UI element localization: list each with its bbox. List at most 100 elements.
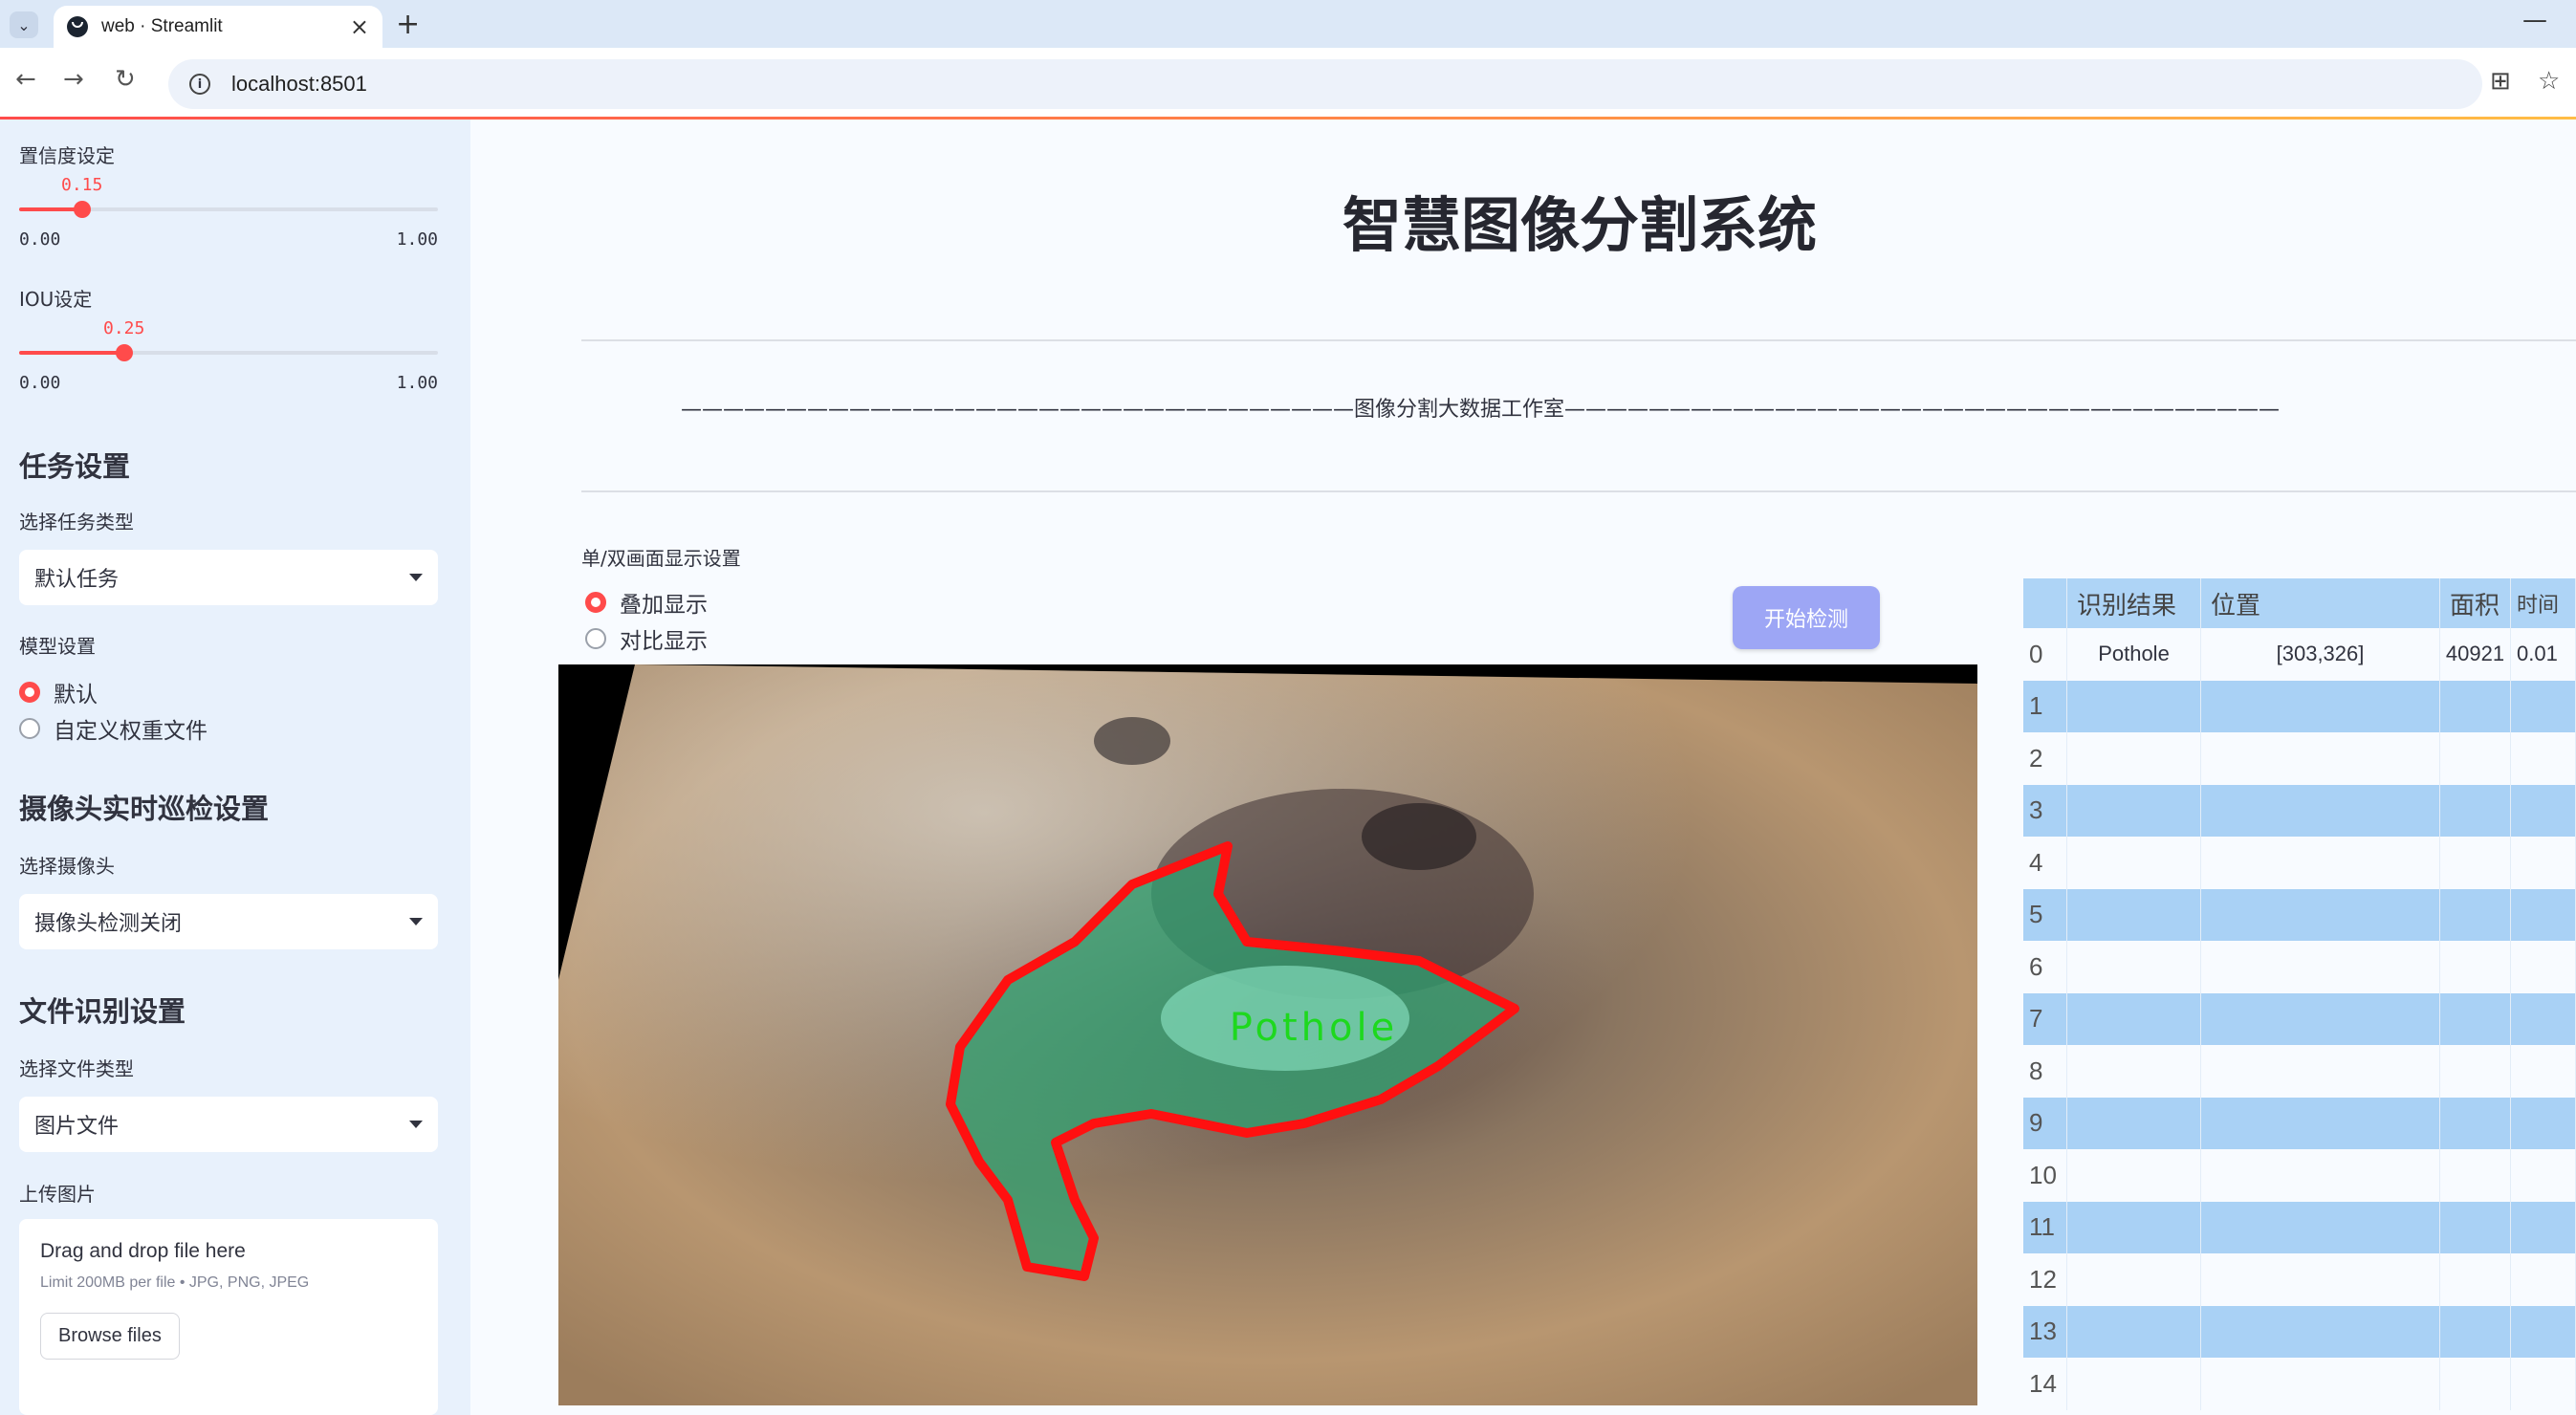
camera-settings-heading: 摄像头实时巡检设置 — [19, 793, 270, 825]
file-settings-heading: 文件识别设置 — [19, 995, 186, 1028]
streamlit-favicon-icon — [67, 16, 88, 37]
table-cell — [2067, 1253, 2201, 1306]
browse-files-button[interactable]: Browse files — [40, 1313, 180, 1360]
radio-unselected-icon — [585, 628, 606, 649]
slider-thumb[interactable] — [116, 344, 133, 361]
table-row[interactable]: 9 — [2023, 1097, 2576, 1149]
site-info-icon[interactable]: i — [189, 74, 210, 95]
slider-thumb[interactable] — [74, 201, 91, 218]
table-row[interactable]: 12 — [2023, 1253, 2576, 1306]
table-row[interactable]: 2 — [2023, 732, 2576, 785]
chevron-down-icon — [409, 1121, 423, 1128]
file-uploader-dropzone[interactable]: Drag and drop file here Limit 200MB per … — [19, 1219, 438, 1415]
slider-max: 1.00 — [396, 373, 438, 393]
task-type-label: 选择任务类型 — [19, 511, 134, 533]
row-index: 6 — [2023, 941, 2067, 993]
address-bar[interactable]: i localhost:8501 — [168, 59, 2482, 109]
column-header: 时间 — [2511, 578, 2576, 628]
iou-slider[interactable]: 0.25 0.00 1.00 — [19, 263, 438, 393]
table-cell: Pothole — [2067, 628, 2201, 681]
table-cell — [2201, 1045, 2440, 1098]
table-cell — [2067, 1305, 2201, 1358]
browser-tab[interactable]: web · Streamlit × — [54, 6, 382, 48]
file-type-select[interactable]: 图片文件 — [19, 1097, 438, 1152]
upload-limit: Limit 200MB per file • JPG, PNG, JPEG — [40, 1274, 310, 1291]
column-header: 位置 — [2201, 578, 2440, 628]
row-index: 4 — [2023, 837, 2067, 889]
minimize-window-icon[interactable]: — — [2522, 6, 2547, 34]
chevron-down-icon — [409, 574, 423, 581]
display-radio-overlay[interactable]: 叠加显示 — [585, 586, 708, 619]
task-type-select[interactable]: 默认任务 — [19, 550, 438, 605]
table-row[interactable]: 5 — [2023, 888, 2576, 941]
display-radio-compare[interactable]: 对比显示 — [585, 622, 708, 655]
model-radio-default[interactable]: 默认 — [19, 676, 98, 708]
table-cell — [2511, 1201, 2576, 1253]
table-row[interactable]: 10 — [2023, 1149, 2576, 1202]
table-cell — [2511, 732, 2576, 785]
table-cell — [2201, 1358, 2440, 1410]
forward-arrow-icon[interactable]: → — [63, 65, 84, 94]
bookmark-star-icon[interactable]: ☆ — [2538, 67, 2560, 96]
column-header: 识别结果 — [2067, 578, 2201, 628]
confidence-slider[interactable]: 0.15 0.00 1.00 — [19, 120, 438, 250]
table-cell — [2511, 888, 2576, 941]
table-row[interactable]: 13 — [2023, 1305, 2576, 1358]
detection-result-image: Pothole — [558, 664, 1977, 1405]
model-radio-custom[interactable]: 自定义权重文件 — [19, 712, 207, 745]
upload-label: 上传图片 — [19, 1183, 96, 1206]
table-cell — [2201, 1097, 2440, 1149]
table-cell — [2201, 1253, 2440, 1306]
table-cell — [2440, 888, 2511, 941]
results-table[interactable]: 识别结果 位置 面积 时间 0 Pothole [303,326] 40921 0.01 1 2 3 4… — [2023, 578, 2576, 1415]
row-index: 1 — [2023, 680, 2067, 732]
close-tab-icon[interactable]: × — [350, 13, 369, 40]
file-type-label: 选择文件类型 — [19, 1057, 134, 1080]
table-row[interactable]: 4 — [2023, 837, 2576, 889]
table-cell: 0.01 — [2511, 628, 2576, 681]
table-cell — [2201, 992, 2440, 1045]
new-tab-icon[interactable]: + — [396, 8, 420, 41]
table-row[interactable]: 0 Pothole [303,326] 40921 0.01 — [2023, 628, 2576, 681]
table-row[interactable]: 11 — [2023, 1201, 2576, 1253]
table-cell — [2067, 888, 2201, 941]
table-cell — [2440, 1305, 2511, 1358]
task-settings-heading: 任务设置 — [19, 450, 131, 483]
model-settings-label: 模型设置 — [19, 635, 96, 658]
table-cell — [2201, 784, 2440, 837]
table-cell — [2440, 1149, 2511, 1202]
table-cell — [2440, 1097, 2511, 1149]
table-row[interactable]: 3 — [2023, 784, 2576, 837]
table-row[interactable]: 6 — [2023, 941, 2576, 993]
radio-label: 自定义权重文件 — [54, 719, 207, 744]
row-index: 14 — [2023, 1358, 2067, 1410]
table-cell — [2201, 888, 2440, 941]
radio-label: 对比显示 — [620, 629, 708, 654]
detection-label: Pothole — [1230, 1006, 1398, 1050]
table-cell — [2440, 1201, 2511, 1253]
reload-icon[interactable]: ↻ — [115, 65, 136, 94]
row-index: 13 — [2023, 1305, 2067, 1358]
row-index: 10 — [2023, 1149, 2067, 1202]
tab-search-chevron-icon[interactable]: ⌄ — [10, 11, 38, 38]
column-header: 面积 — [2440, 578, 2511, 628]
pothole-segmentation-image: Pothole — [558, 664, 1977, 1405]
back-arrow-icon[interactable]: ← — [15, 65, 36, 94]
table-row[interactable]: 14 — [2023, 1358, 2576, 1410]
browser-toolbar: ← → ↻ i localhost:8501 ⊞ ☆ — [0, 48, 2576, 119]
row-index: 2 — [2023, 732, 2067, 785]
camera-select[interactable]: 摄像头检测关闭 — [19, 894, 438, 949]
table-row[interactable]: 7 — [2023, 992, 2576, 1045]
start-detection-button[interactable]: 开始检测 — [1733, 586, 1880, 649]
camera-label: 选择摄像头 — [19, 855, 115, 878]
translate-icon[interactable]: ⊞ — [2490, 67, 2511, 96]
table-cell — [2201, 1149, 2440, 1202]
table-row[interactable]: 8 — [2023, 1045, 2576, 1098]
tab-title: web · Streamlit — [101, 16, 223, 36]
table-row[interactable]: 1 — [2023, 680, 2576, 732]
table-cell — [2511, 992, 2576, 1045]
column-header — [2023, 578, 2067, 628]
slider-value: 0.15 — [61, 175, 103, 195]
table-cell — [2201, 680, 2440, 732]
table-cell — [2440, 784, 2511, 837]
